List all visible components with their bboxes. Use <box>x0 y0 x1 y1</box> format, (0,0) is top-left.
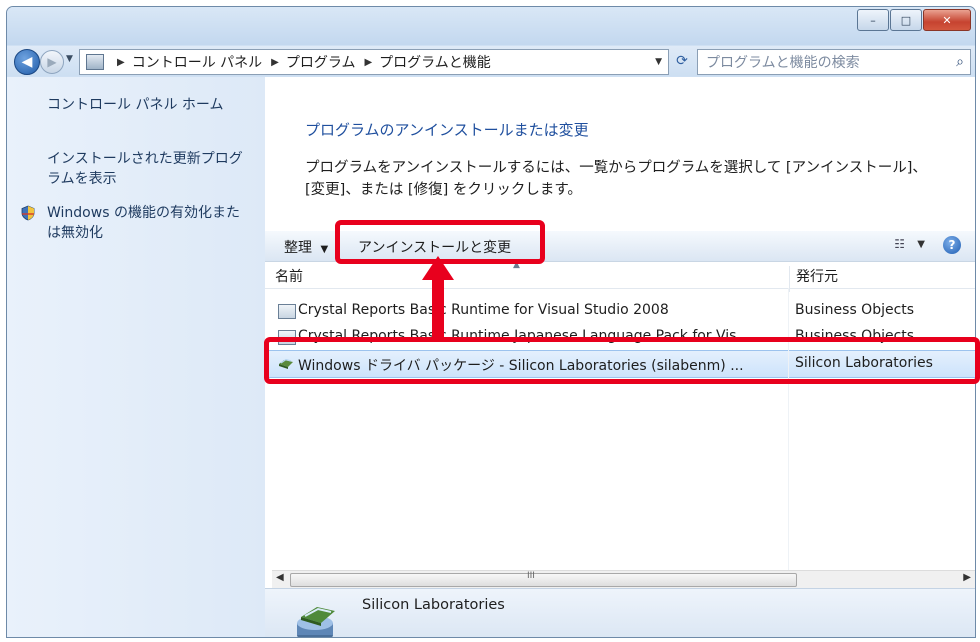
breadcrumb-control-panel[interactable]: コントロール パネル <box>132 52 262 72</box>
breadcrumb-separator-icon[interactable]: ▶ <box>271 57 279 68</box>
breadcrumb-separator-icon[interactable]: ▶ <box>364 57 372 68</box>
search-input[interactable]: プログラムと機能の検索 ⌕ <box>697 49 971 75</box>
forward-arrow-icon[interactable]: ▶ <box>40 50 64 74</box>
scroll-right-arrow-icon[interactable]: ▶ <box>963 572 971 583</box>
sidebar-item-control-panel-home[interactable]: コントロール パネル ホーム <box>47 95 257 115</box>
minimize-button[interactable]: – <box>857 9 889 31</box>
search-icon[interactable]: ⌕ <box>956 54 964 70</box>
scrollbar-thumb[interactable]: III <box>290 571 797 587</box>
address-bar[interactable]: ▶ コントロール パネル ▶ プログラム ▶ プログラムと機能 ▼ <box>79 49 669 75</box>
close-button[interactable]: ✕ <box>923 9 971 31</box>
selected-row-highlight <box>264 337 980 384</box>
view-options-icon[interactable]: ☷ <box>894 237 905 251</box>
maximize-button[interactable]: □ <box>890 9 922 31</box>
refresh-icon[interactable]: ⟳ <box>671 51 693 71</box>
address-dropdown-icon[interactable]: ▼ <box>655 57 662 67</box>
recent-pages-dropdown-icon[interactable]: ▼ <box>66 54 73 64</box>
back-arrow-icon[interactable]: ◀ <box>14 49 40 75</box>
scroll-left-arrow-icon[interactable]: ◀ <box>276 572 284 583</box>
breadcrumb-separator-icon[interactable]: ▶ <box>117 57 125 68</box>
navigation-bar: ◀ ▶ ▼ ▶ コントロール パネル ▶ プログラム ▶ プログラムと機能 ▼ … <box>7 46 975 76</box>
organize-label: 整理 <box>284 240 312 256</box>
scrollbar-grip: III <box>527 571 535 581</box>
application-icon <box>278 304 296 319</box>
program-publisher: Business Objects <box>795 302 915 318</box>
sidebar-item-windows-features[interactable]: Windows の機能の有効化または無効化 <box>47 203 252 243</box>
sidebar-item-view-installed-updates[interactable]: インストールされた更新プログラムを表示 <box>47 149 247 189</box>
control-panel-icon <box>86 54 104 70</box>
title-bar: – □ ✕ <box>7 7 975 45</box>
column-header-publisher[interactable]: 発行元 <box>789 266 838 292</box>
organize-dropdown-icon: ▼ <box>320 244 329 255</box>
breadcrumb-programs[interactable]: プログラム <box>286 52 356 72</box>
help-icon[interactable]: ? <box>943 236 961 254</box>
task-pane: コントロール パネル ホーム インストールされた更新プログラムを表示 Windo… <box>7 77 265 637</box>
details-publisher: Silicon Laboratories <box>362 597 505 613</box>
organize-menu-button[interactable]: 整理 ▼ <box>284 237 328 257</box>
table-row[interactable]: Crystal Reports Basic Runtime for Visual… <box>265 298 975 324</box>
breadcrumb-programs-and-features[interactable]: プログラムと機能 <box>379 52 491 72</box>
caption-buttons: – □ ✕ <box>856 9 971 31</box>
page-description: プログラムをアンインストールするには、一覧からプログラムを選択して [アンインス… <box>305 160 927 198</box>
column-header-name[interactable]: 名前 <box>275 266 303 286</box>
horizontal-scrollbar[interactable]: ◀ III ▶ <box>272 570 975 588</box>
column-divider <box>788 288 789 570</box>
page-title: プログラムのアンインストールまたは変更 <box>305 121 589 139</box>
program-name: Crystal Reports Basic Runtime for Visual… <box>298 302 669 318</box>
search-placeholder: プログラムと機能の検索 <box>706 55 860 71</box>
annotation-arrow-icon <box>422 256 454 338</box>
details-pane: Silicon Laboratories <box>265 588 975 637</box>
driver-package-large-icon <box>297 607 335 637</box>
list-column-headers: 名前 ▲ 発行元 <box>265 260 975 292</box>
program-features-window: – □ ✕ ◀ ▶ ▼ ▶ コントロール パネル ▶ プログラム ▶ プログラム… <box>6 6 976 638</box>
uac-shield-icon <box>21 205 35 221</box>
view-dropdown-icon[interactable]: ▼ <box>917 239 925 250</box>
